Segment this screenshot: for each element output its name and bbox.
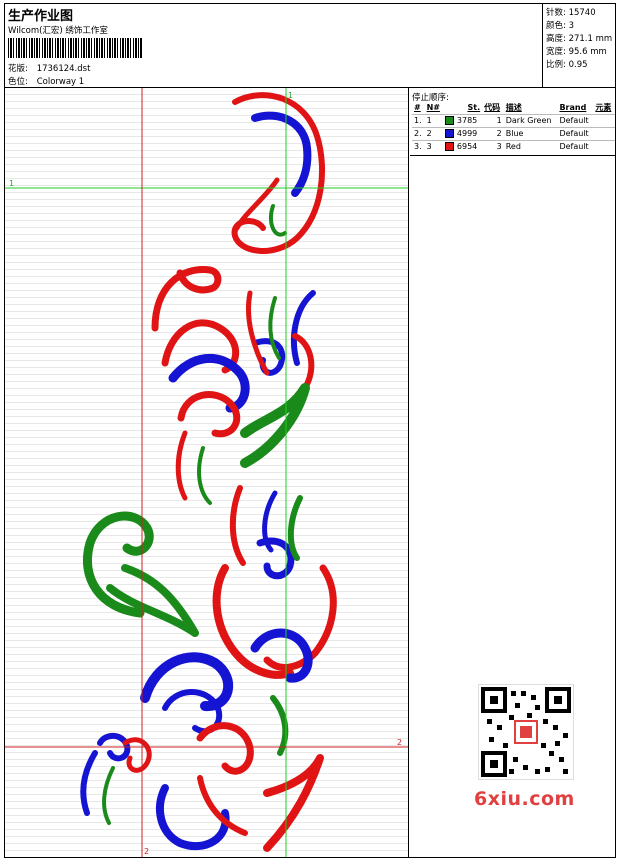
design-file-label: 花版: xyxy=(8,64,28,74)
stat-colors: 颜色: 3 xyxy=(546,19,574,31)
green-flame-mid-lower xyxy=(287,495,303,561)
color-sequence-table: # N# St. 代码 描述 Brand 元素 1. 1 3785 1 Dark… xyxy=(412,102,615,153)
red-swirl-upper xyxy=(177,391,241,438)
row-stitches-cell: 3785 xyxy=(443,113,483,127)
stat-scale: 比例: 0.95 xyxy=(546,58,588,70)
red-swirl-lower-mid xyxy=(196,722,254,775)
row-desc: Dark Green xyxy=(503,113,558,127)
row-index: 3. xyxy=(412,139,425,153)
watermark-text: 6xiu.com xyxy=(474,788,575,810)
row-brand: Default xyxy=(557,113,594,127)
guide-label-horizontal-2: 2 xyxy=(397,738,402,747)
green-leaf-upper xyxy=(240,383,310,468)
row-stitches: 4999 xyxy=(456,129,478,138)
barcode-image xyxy=(8,38,142,58)
green-flame-lower-right xyxy=(270,695,289,756)
colorway-row: 色位: Colorway 1 xyxy=(8,75,84,87)
row-stitches-cell: 4999 xyxy=(443,126,483,140)
row-brand: Default xyxy=(557,139,594,153)
color-swatch xyxy=(445,129,455,138)
red-swirl-lower-right xyxy=(263,564,337,671)
color-swatch xyxy=(445,116,455,125)
col-header-brand: Brand xyxy=(559,103,587,113)
color-swatch xyxy=(445,142,455,152)
header-panel: 生产作业图 Wilcom(汇宏) 绣饰工作室 花版: 1736124.dst 色… xyxy=(5,4,543,88)
blue-tail-bottom-left xyxy=(80,750,98,816)
guide-label-vertical-2: 2 xyxy=(144,847,149,856)
stat-scale-value: 0.95 xyxy=(568,60,588,70)
row-stitches: 6954 xyxy=(456,142,478,152)
row-code: 2 xyxy=(482,126,504,140)
guide-label-vertical-1: 1 xyxy=(288,91,293,100)
qr-code-image xyxy=(478,684,574,780)
blue-swirl-top xyxy=(251,111,312,197)
table-divider xyxy=(410,155,615,156)
colorway-value: Colorway 1 xyxy=(36,77,85,87)
col-header-needle: N# xyxy=(426,103,440,113)
red-flame-bottom-right xyxy=(263,754,324,852)
stat-width: 宽度: 95.6 mm xyxy=(546,45,607,57)
green-leaf-lower xyxy=(106,564,199,637)
col-header-index: # xyxy=(414,103,421,113)
design-file-row: 花版: 1736124.dst xyxy=(8,62,90,74)
green-tail-upper xyxy=(197,446,212,505)
row-needle: 2 xyxy=(424,126,444,140)
embroidery-artwork: 1 1 2 2 xyxy=(5,88,408,857)
stat-height-label: 高度: xyxy=(546,34,566,44)
row-desc: Blue xyxy=(503,126,558,140)
stat-colors-value: 3 xyxy=(568,21,574,31)
row-stitches-cell: 6954 xyxy=(443,139,483,153)
stat-scale-label: 比例: xyxy=(546,60,566,70)
stat-stitches-label: 针数: xyxy=(546,8,566,18)
design-preview-canvas: 1 1 2 2 xyxy=(5,88,409,857)
red-tail-upper xyxy=(175,430,188,501)
table-row: 1. 1 3785 1 Dark Green Default xyxy=(412,113,615,127)
colorway-label: 色位: xyxy=(8,77,28,87)
green-tail-bottom-left xyxy=(102,766,115,825)
row-index: 1. xyxy=(412,113,425,127)
stats-panel: 针数: 15740 颜色: 3 高度: 271.1 mm 宽度: 95.6 mm… xyxy=(543,4,615,88)
stat-height: 高度: 271.1 mm xyxy=(546,32,612,44)
watermark: 6xiu.com xyxy=(470,680,582,818)
row-desc: Red xyxy=(503,139,558,153)
green-curl-top xyxy=(268,204,287,237)
row-element xyxy=(593,139,615,153)
sheet-subtitle: Wilcom(汇宏) 绣饰工作室 xyxy=(8,26,108,36)
red-flame-mid-lower xyxy=(229,485,246,566)
red-flame-left-upper xyxy=(151,266,222,332)
guide-label-horizontal-1: 1 xyxy=(9,179,14,188)
stat-colors-label: 颜色: xyxy=(546,21,566,31)
row-needle: 1 xyxy=(424,113,444,127)
design-file-value: 1736124.dst xyxy=(36,64,91,74)
sheet-title: 生产作业图 xyxy=(8,9,74,24)
red-flame-lower-center xyxy=(212,564,294,679)
qr-code-icon xyxy=(481,687,571,777)
blue-flame-bottom xyxy=(156,784,230,851)
row-index: 2. xyxy=(412,126,425,140)
stat-width-label: 宽度: xyxy=(546,47,566,57)
stat-height-value: 271.1 mm xyxy=(568,34,613,44)
table-row: 3. 3 6954 3 Red Default xyxy=(412,139,615,153)
blue-wave-upper xyxy=(168,353,250,413)
row-element xyxy=(593,113,615,127)
blue-wave-lower-left xyxy=(140,652,234,712)
stat-stitches: 针数: 15740 xyxy=(546,6,596,18)
row-brand: Default xyxy=(557,126,594,140)
table-row: 2. 2 4999 2 Blue Default xyxy=(412,126,615,140)
row-stitches: 3785 xyxy=(456,116,478,125)
row-element xyxy=(593,126,615,140)
table-header-row: # N# St. 代码 描述 Brand 元素 xyxy=(412,102,615,114)
row-needle: 3 xyxy=(424,139,444,153)
col-header-element: 元素 xyxy=(595,103,612,113)
row-code: 1 xyxy=(482,113,504,127)
stat-width-value: 95.6 mm xyxy=(568,47,607,57)
stat-stitches-value: 15740 xyxy=(568,8,596,18)
row-code: 3 xyxy=(482,139,504,153)
col-header-desc: 描述 xyxy=(505,103,522,113)
col-header-code: 代码 xyxy=(484,103,501,113)
col-header-stitches: St. xyxy=(467,103,481,113)
